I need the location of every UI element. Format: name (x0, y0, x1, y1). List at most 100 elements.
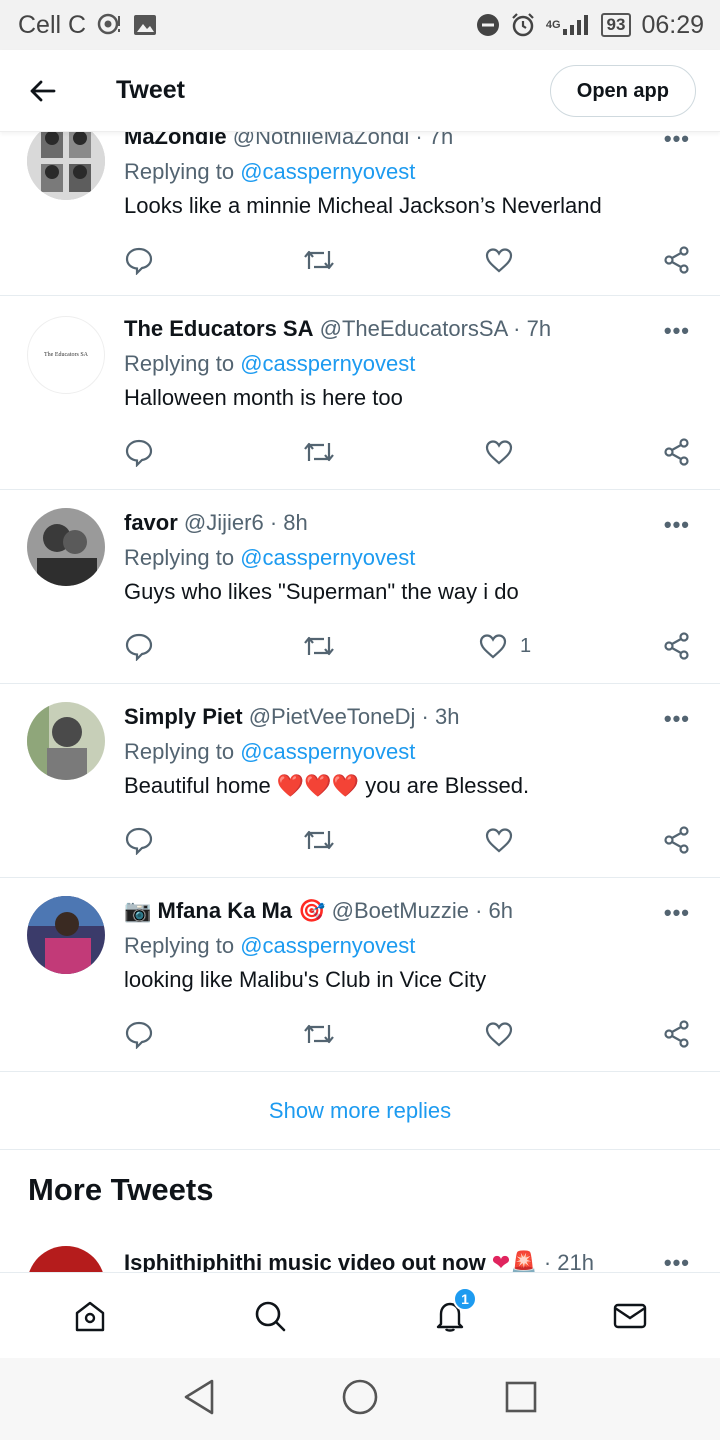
replying-to: Replying to @casspernyovest (124, 351, 416, 376)
share-button[interactable] (662, 245, 692, 275)
circle-home-icon (342, 1379, 378, 1414)
like-button[interactable] (484, 1019, 514, 1049)
replying-to: Replying to @casspernyovest (124, 933, 416, 958)
more-icon[interactable]: ••• (664, 1250, 690, 1272)
system-home-button[interactable] (341, 1378, 379, 1421)
clock: 06:29 (641, 10, 704, 39)
retweet-button[interactable] (302, 1019, 336, 1049)
tweet-time: 7h (428, 132, 454, 149)
tweet-actions (124, 434, 694, 470)
reply-tweet[interactable]: Simply Piet @PietVeeToneDj · 3h Replying… (0, 684, 720, 878)
share-button[interactable] (662, 631, 692, 661)
reply-button[interactable] (124, 825, 154, 855)
more-icon[interactable]: ••• (664, 900, 690, 926)
do-not-disturb-icon (476, 13, 500, 37)
mention-link[interactable]: @casspernyovest (240, 739, 415, 764)
share-button[interactable] (662, 1019, 692, 1049)
retweet-icon (304, 442, 334, 462)
user-name[interactable]: Mfana Ka Ma (158, 898, 292, 923)
avatar[interactable]: The Educators SA (27, 316, 105, 394)
system-recents-button[interactable] (504, 1380, 538, 1419)
like-button[interactable] (484, 245, 514, 275)
signal-icon: 4G (546, 13, 591, 37)
user-handle[interactable]: @BoetMuzzie (332, 898, 469, 923)
share-button[interactable] (662, 437, 692, 467)
reply-icon (125, 827, 153, 855)
mention-link[interactable]: @casspernyovest (240, 933, 415, 958)
like-button[interactable] (484, 437, 514, 467)
heart-icon (479, 634, 507, 659)
tweet-text: Looks like a minnie Micheal Jackson’s Ne… (124, 193, 602, 218)
user-handle[interactable]: @TheEducatorsSA (320, 316, 507, 341)
nav-notifications[interactable]: 1 (405, 1273, 495, 1359)
user-name[interactable]: Simply Piet (124, 704, 243, 729)
tweet-time: 8h (283, 510, 308, 535)
retweet-icon (304, 250, 334, 270)
triangle-back-icon (185, 1379, 214, 1414)
more-tweets-heading: More Tweets (28, 1172, 214, 1207)
mention-link[interactable]: @casspernyovest (240, 351, 415, 376)
show-more-replies-button[interactable]: Show more replies (0, 1072, 720, 1150)
user-name[interactable]: MaZondie (124, 132, 227, 149)
like-button[interactable] (484, 825, 514, 855)
nav-home[interactable] (45, 1273, 135, 1359)
battery-indicator: 93 (600, 13, 632, 37)
more-icon[interactable]: ••• (664, 512, 690, 538)
mention-link[interactable]: @casspernyovest (240, 545, 415, 570)
gallery-icon (132, 12, 158, 38)
avatar[interactable] (27, 508, 105, 586)
system-nav-bar (0, 1358, 720, 1440)
like-button[interactable]: 1 (478, 631, 531, 661)
open-app-button[interactable]: Open app (549, 65, 696, 117)
share-icon (664, 826, 689, 854)
reply-tweet[interactable]: favor @Jijier6 · 8h Replying to @cassper… (0, 490, 720, 684)
retweet-icon (304, 1024, 334, 1044)
retweet-button[interactable] (302, 631, 336, 661)
avatar[interactable] (27, 1246, 105, 1272)
bottom-nav: 1 (0, 1272, 720, 1358)
more-icon[interactable]: ••• (664, 706, 690, 732)
avatar[interactable] (27, 132, 105, 200)
system-back-button[interactable] (182, 1378, 216, 1421)
more-icon[interactable]: ••• (664, 318, 690, 344)
reply-button[interactable] (124, 631, 154, 661)
status-bar-left: Cell C (18, 11, 158, 40)
retweet-button[interactable] (302, 825, 336, 855)
retweet-icon (304, 830, 334, 850)
replying-to: Replying to @casspernyovest (124, 159, 416, 184)
reply-button[interactable] (124, 437, 154, 467)
mention-link[interactable]: @casspernyovest (240, 159, 415, 184)
tweet-time: 21h (557, 1250, 595, 1272)
user-handle[interactable]: @Jijier6 (184, 510, 264, 535)
notification-badge: 1 (453, 1286, 477, 1311)
user-name[interactable]: The Educators SA (124, 316, 313, 341)
avatar[interactable] (27, 702, 105, 780)
retweet-button[interactable] (302, 437, 336, 467)
back-button[interactable] (2, 50, 82, 132)
user-handle[interactable]: @NothileMaZondi (233, 132, 409, 149)
tweet-text: Halloween month is here too (124, 385, 403, 410)
avatar[interactable] (27, 896, 105, 974)
nav-search[interactable] (225, 1273, 315, 1359)
reply-tweet[interactable]: 📷 Mfana Ka Ma 🎯 @BoetMuzzie · 6h Replyin… (0, 878, 720, 1072)
reply-button[interactable] (124, 245, 154, 275)
home-icon (75, 1301, 105, 1331)
mail-icon (613, 1303, 647, 1328)
tweet-header: The Educators SA @TheEducatorsSA · 7h (124, 316, 552, 341)
tweet-text: Guys who likes "Superman" the way i do (124, 579, 519, 604)
share-button[interactable] (662, 825, 692, 855)
user-name[interactable]: favor (124, 510, 178, 535)
tweet-text: looking like Malibu's Club in Vice City (124, 967, 487, 992)
reply-tweet[interactable]: The Educators SA The Educators SA @TheEd… (0, 296, 720, 490)
reply-button[interactable] (124, 1019, 154, 1049)
more-tweet-item[interactable]: Isphithiphithi music video out now ❤🚨 · … (0, 1246, 720, 1272)
more-icon[interactable]: ••• (664, 132, 690, 152)
share-icon (664, 246, 689, 274)
heart-icon (485, 1022, 513, 1047)
user-handle[interactable]: @PietVeeToneDj (249, 704, 416, 729)
status-bar: Cell C 4G 93 06:29 (0, 0, 720, 50)
nav-messages[interactable] (585, 1273, 675, 1359)
reply-feed[interactable]: MaZondie @NothileMaZondi · 7h Replying t… (0, 132, 720, 1272)
reply-tweet[interactable]: MaZondie @NothileMaZondi · 7h Replying t… (0, 132, 720, 296)
retweet-button[interactable] (302, 245, 336, 275)
